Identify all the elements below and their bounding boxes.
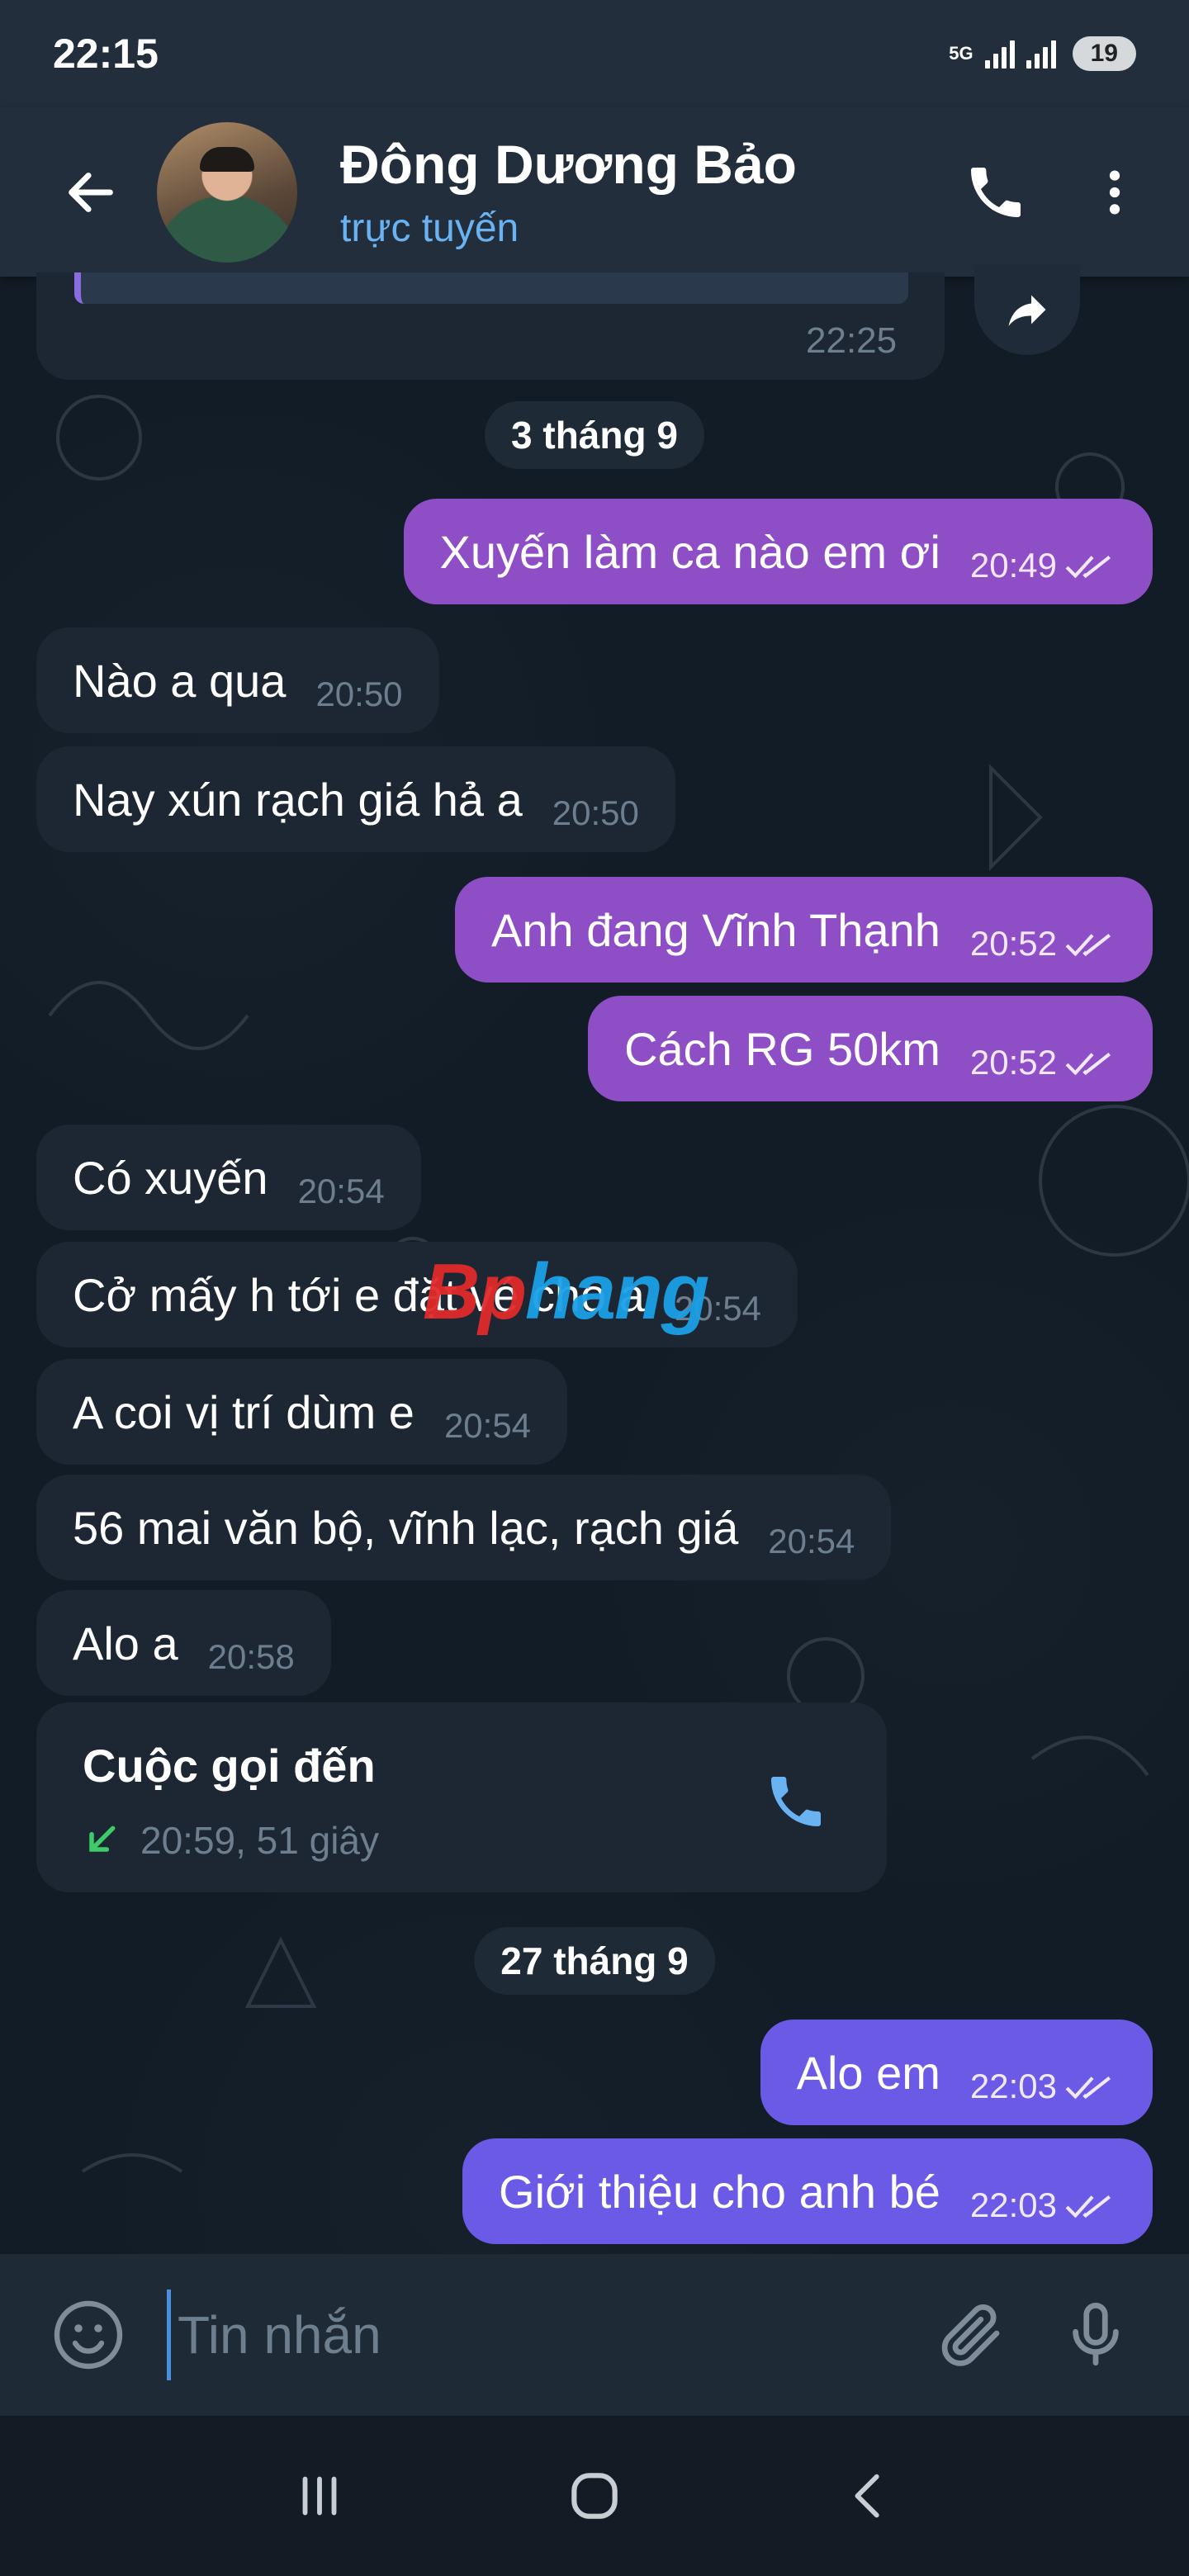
message-bubble-in[interactable]: A coi vị trí dùm e 20:54 <box>36 1359 568 1465</box>
back-arrow-icon <box>69 172 113 212</box>
attachment-icon <box>941 2304 1000 2366</box>
more-vertical-icon <box>1109 169 1120 215</box>
recents-icon <box>302 2476 337 2516</box>
emoji-icon <box>54 2300 123 2370</box>
avatar[interactable] <box>157 121 297 263</box>
emoji-button[interactable] <box>43 2290 134 2380</box>
message-bubble-in[interactable]: Nào a qua 20:50 <box>36 627 439 733</box>
message-time: 20:54 <box>297 1172 385 1210</box>
call-detail: 20:59, 51 giây <box>140 1819 380 1862</box>
message-input[interactable] <box>167 2290 893 2380</box>
chat-header: Đông Dương Bảo trực tuyến <box>0 107 1189 277</box>
status-icons: 5G 19 <box>949 36 1136 71</box>
call-back-button[interactable] <box>755 1760 837 1843</box>
message-bubble-out[interactable]: Giới thiệu cho anh bé 22:03 <box>462 2138 1153 2244</box>
contact-presence: trực tuyến <box>340 206 519 250</box>
double-check-icon <box>1065 1053 1111 1076</box>
call-button[interactable] <box>955 151 1037 234</box>
status-time: 22:15 <box>53 31 159 77</box>
message-time: 20:54 <box>443 1406 532 1445</box>
voice-record-button[interactable] <box>1050 2290 1141 2380</box>
header-actions <box>955 151 1156 234</box>
message-bubble-out[interactable]: Anh đang Vĩnh Thạnh 20:52 <box>455 877 1153 983</box>
message-time: 22:25 <box>806 320 898 361</box>
message-text: Nay xún rạch giá hả a <box>73 773 523 826</box>
message-bubble-in[interactable]: Nay xún rạch giá hả a 20:50 <box>36 746 675 852</box>
message-time: 20:50 <box>552 793 639 832</box>
date-separator: 27 tháng 9 <box>474 1927 715 1995</box>
watermark-logo: Bphang <box>423 1248 709 1336</box>
signal-icon <box>984 39 1015 69</box>
double-check-icon <box>1065 556 1111 579</box>
message-bubble-out[interactable]: Xuyến làm ca nào em ơi 20:49 <box>403 499 1153 604</box>
system-back-button[interactable] <box>820 2446 919 2545</box>
more-options-button[interactable] <box>1073 151 1156 234</box>
double-check-icon <box>1065 2195 1111 2218</box>
message-bubble-out[interactable]: Alo em 22:03 <box>760 2020 1153 2125</box>
message-text: A coi vị trí dùm e <box>73 1385 414 1438</box>
incoming-call-arrow-icon <box>89 1825 116 1852</box>
call-record-card[interactable]: Cuộc gọi đến 20:59, 51 giây <box>36 1702 887 1892</box>
message-time: 20:52 <box>969 1043 1057 1082</box>
double-check-icon <box>1065 2076 1111 2100</box>
message-bubble-in[interactable]: Có xuyến 20:54 <box>36 1125 421 1230</box>
message-text: Nào a qua <box>73 654 287 707</box>
message-bubble-out[interactable]: Cách RG 50km 20:52 <box>588 996 1153 1101</box>
message-time: 22:03 <box>969 2067 1057 2105</box>
contact-name: Đông Dương Bảo <box>340 134 797 195</box>
signal-icon-2 <box>1026 39 1056 69</box>
message-text: 56 mai văn bộ, vĩnh lạc, rạch giá <box>73 1501 739 1554</box>
message-time: 22:03 <box>969 2185 1057 2224</box>
forwarded-preview <box>74 272 908 304</box>
message-text: Anh đang Vĩnh Thạnh <box>491 903 940 956</box>
recents-button[interactable] <box>270 2446 369 2545</box>
phone-icon <box>771 1777 821 1826</box>
call-title: Cuộc gọi đến <box>83 1740 376 1792</box>
message-text: Giới thiệu cho anh bé <box>499 2165 940 2218</box>
back-button[interactable] <box>41 143 140 242</box>
status-bar: 22:15 5G 19 <box>0 0 1189 107</box>
message-time: 20:52 <box>969 924 1057 963</box>
battery-indicator: 19 <box>1072 36 1136 71</box>
message-time: 20:50 <box>315 675 403 713</box>
message-text: Alo a <box>73 1617 178 1669</box>
share-forward-icon <box>1008 295 1046 326</box>
system-nav-bar <box>0 2416 1189 2576</box>
date-separator: 3 tháng 9 <box>485 401 704 469</box>
double-check-icon <box>1065 934 1111 957</box>
message-text: Có xuyến <box>73 1151 268 1204</box>
call-meta: 20:59, 51 giây <box>83 1818 379 1863</box>
back-icon <box>855 2474 879 2518</box>
message-text: Xuyến làm ca nào em ơi <box>439 525 940 578</box>
message-time: 20:54 <box>768 1522 855 1560</box>
attach-button[interactable] <box>926 2290 1017 2380</box>
message-text: Alo em <box>796 2046 940 2099</box>
message-text: Cách RG 50km <box>624 1022 940 1075</box>
network-indicator: 5G <box>949 43 973 64</box>
message-time: 20:49 <box>969 546 1057 585</box>
home-icon <box>571 2473 618 2519</box>
contact-info[interactable]: Đông Dương Bảo trực tuyến <box>340 133 797 251</box>
message-time: 20:58 <box>207 1637 295 1676</box>
composer-bar <box>0 2254 1189 2416</box>
message-bubble-in[interactable]: 56 mai văn bộ, vĩnh lạc, rạch giá 20:54 <box>36 1475 892 1580</box>
message-bubble-in[interactable]: Alo a 20:58 <box>36 1590 331 1696</box>
home-button[interactable] <box>545 2446 644 2545</box>
phone-icon <box>971 167 1021 217</box>
microphone-icon <box>1073 2303 1119 2366</box>
